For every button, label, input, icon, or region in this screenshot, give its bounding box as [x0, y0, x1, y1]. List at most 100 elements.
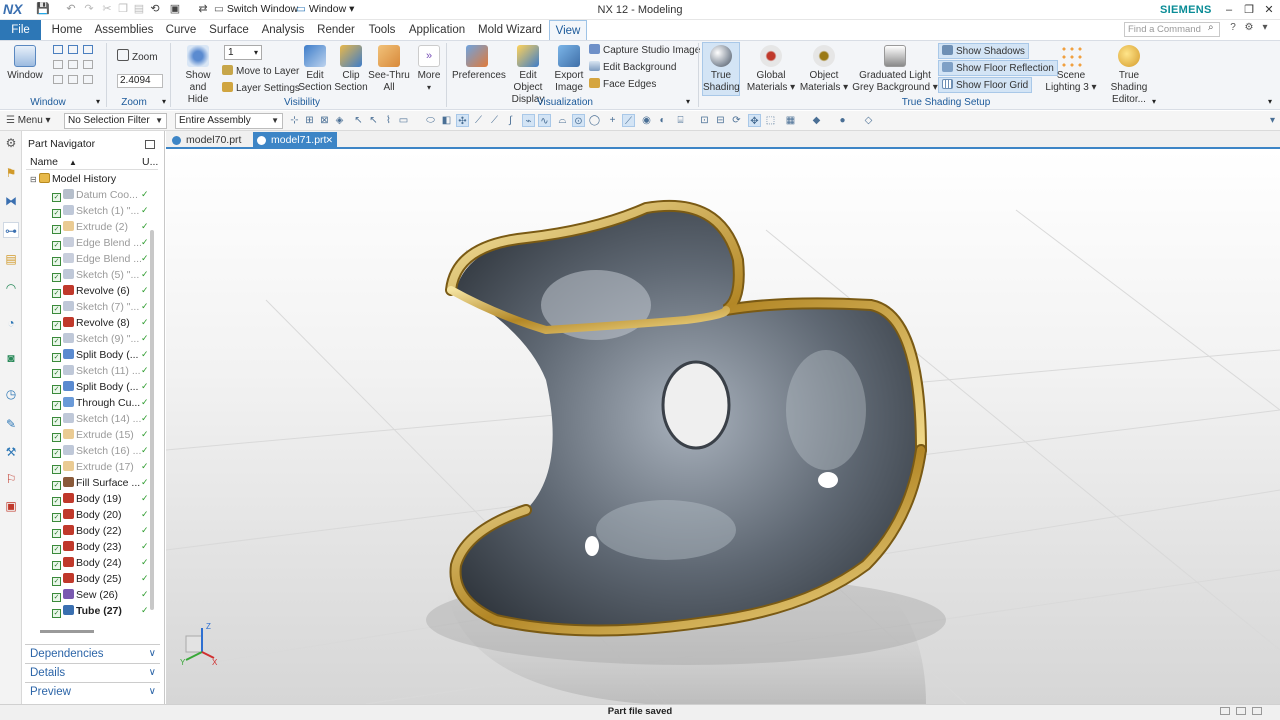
visibility-checkbox[interactable]: ✓: [52, 561, 61, 570]
render-style-icon[interactable]: ▦: [784, 114, 797, 127]
feature-row[interactable]: ✓ Body (23): [52, 539, 142, 555]
edit-section-button[interactable]: Edit Section: [298, 45, 332, 94]
edge-display-icon[interactable]: ◆: [810, 114, 823, 127]
visibility-checkbox[interactable]: ✓: [52, 417, 61, 426]
assembly-navigator-icon[interactable]: ⚑: [3, 165, 19, 181]
feature-row[interactable]: ✓ Sketch (14) ...: [52, 411, 142, 427]
graphics-viewport[interactable]: [166, 150, 1280, 704]
feature-row[interactable]: ✓ Body (22): [52, 523, 142, 539]
command-finder-input[interactable]: Find a Command: [1124, 22, 1220, 37]
global-materials-button[interactable]: Global Materials ▾: [744, 45, 798, 94]
show-shadows-toggle[interactable]: Show Shadows: [938, 43, 1029, 59]
doc-tab-model70[interactable]: model70.prt: [168, 132, 250, 149]
clip-section-button[interactable]: Clip Section: [334, 45, 368, 94]
cursor-icon[interactable]: ↖: [367, 114, 380, 127]
name-column-header[interactable]: Name ▲: [30, 156, 77, 168]
visibility-checkbox[interactable]: ✓: [52, 193, 61, 202]
ribbon-options-icon[interactable]: ▾: [1258, 22, 1272, 36]
visibility-checkbox[interactable]: ✓: [52, 481, 61, 490]
see-thru-all-button[interactable]: See-Thru All: [368, 45, 410, 94]
restore-icon[interactable]: ❐: [1241, 2, 1257, 18]
details-panel[interactable]: Details ∨: [25, 663, 160, 681]
visibility-checkbox[interactable]: ✓: [52, 241, 61, 250]
pan-icon[interactable]: ✥: [748, 114, 761, 127]
hd3d-tools-icon[interactable]: ◠: [3, 280, 19, 296]
zoom-button[interactable]: Zoom: [117, 49, 158, 63]
show-floor-reflection-toggle[interactable]: Show Floor Reflection: [938, 60, 1058, 76]
rotate-icon[interactable]: ⟳: [730, 114, 743, 127]
feature-row[interactable]: ✓ Split Body (...: [52, 379, 142, 395]
export-image-button[interactable]: Export Image: [552, 45, 586, 94]
feature-row[interactable]: ✓ Sew (26): [52, 587, 142, 603]
manufacturing-icon[interactable]: ⚒: [3, 444, 19, 460]
visibility-checkbox[interactable]: ✓: [52, 609, 61, 618]
close-icon[interactable]: ✕: [1261, 2, 1277, 18]
circle-snap-icon[interactable]: ⊙: [572, 114, 585, 127]
window-layout-buttons[interactable]: [53, 45, 99, 89]
process-studio-icon[interactable]: ✎: [3, 416, 19, 432]
status-panel-icon[interactable]: [1252, 707, 1262, 715]
feature-row[interactable]: ✓ Edge Blend ...: [52, 235, 142, 251]
feature-row[interactable]: ✓ Extrude (17): [52, 459, 142, 475]
edit-background-button[interactable]: Edit Background: [589, 61, 676, 73]
zoom-window-icon[interactable]: ⊟: [714, 114, 727, 127]
part-navigator-icon[interactable]: ⊶: [3, 222, 19, 238]
bounded-grid-icon[interactable]: ⌸: [674, 114, 687, 127]
face-edges-button[interactable]: Face Edges: [589, 78, 656, 90]
move-to-layer-button[interactable]: Move to Layer: [222, 65, 299, 77]
zoom-value-input[interactable]: 2.4094: [117, 74, 163, 88]
feature-row[interactable]: ✓ Revolve (8): [52, 315, 142, 331]
tab-view[interactable]: View: [549, 20, 587, 40]
roles-icon[interactable]: ⚐: [3, 471, 19, 487]
true-shading-toggle[interactable]: True Shading: [702, 42, 740, 96]
tab-file[interactable]: File: [0, 20, 41, 40]
tab-analysis[interactable]: Analysis: [258, 20, 308, 40]
reuse-library-icon[interactable]: ▤: [3, 251, 19, 267]
navigator-vertical-scrollbar[interactable]: [150, 230, 154, 610]
snap-icon[interactable]: ⊹: [288, 114, 301, 127]
point-on-face-icon[interactable]: ◐: [656, 114, 669, 127]
view-fit-icon[interactable]: ⊡: [698, 114, 711, 127]
scene-lighting-dropdown[interactable]: Scene Lighting 3 ▾: [1044, 45, 1098, 94]
feature-row[interactable]: ✓ Body (25): [52, 571, 142, 587]
zoom-group-dropdown-icon[interactable]: ▾: [162, 97, 166, 106]
visibility-checkbox[interactable]: ✓: [52, 385, 61, 394]
true-shading-setup-dropdown-icon[interactable]: ▾: [1152, 97, 1156, 106]
visibility-checkbox[interactable]: ✓: [52, 273, 61, 282]
tab-surface[interactable]: Surface: [206, 20, 252, 40]
menu-button[interactable]: ☰ Menu ▾: [6, 115, 51, 126]
selection-scope-dropdown[interactable]: Entire Assembly ▼: [175, 113, 283, 129]
visualization-group-dropdown-icon[interactable]: ▾: [686, 97, 690, 106]
feature-row[interactable]: ✓ Sketch (16) ...: [52, 443, 142, 459]
status-panel-icon[interactable]: [1236, 707, 1246, 715]
tangent-snap-icon[interactable]: ⟋: [622, 114, 635, 127]
window-button[interactable]: Window: [6, 45, 44, 82]
intersection-snap-icon[interactable]: +: [606, 114, 619, 127]
curve-snap-icon[interactable]: ∫: [504, 114, 517, 127]
tab-tools[interactable]: Tools: [364, 20, 400, 40]
tab-home[interactable]: Home: [48, 20, 86, 40]
object-materials-button[interactable]: Object Materials ▾: [798, 45, 850, 94]
feature-row[interactable]: ✓ Fill Surface ...: [52, 475, 142, 491]
visibility-checkbox[interactable]: ✓: [52, 337, 61, 346]
visibility-checkbox[interactable]: ✓: [52, 321, 61, 330]
feature-row[interactable]: ✓ Extrude (2): [52, 219, 142, 235]
status-panel-icon[interactable]: [1220, 707, 1230, 715]
visibility-checkbox[interactable]: ✓: [52, 369, 61, 378]
show-floor-grid-toggle[interactable]: Show Floor Grid: [938, 77, 1033, 93]
visibility-checkbox[interactable]: ✓: [52, 353, 61, 362]
search-icon[interactable]: ⌕: [1208, 22, 1220, 36]
feature-row[interactable]: ✓ Revolve (6): [52, 283, 142, 299]
tab-mold-wizard[interactable]: Mold Wizard: [475, 20, 545, 40]
feature-row[interactable]: ✓ Extrude (15): [52, 427, 142, 443]
layer-settings-button[interactable]: Layer Settings: [222, 82, 300, 94]
filter-icon[interactable]: ⊞: [303, 114, 316, 127]
visibility-checkbox[interactable]: ✓: [52, 513, 61, 522]
feature-row[interactable]: ✓ Datum Coo...: [52, 187, 142, 203]
tab-render[interactable]: Render: [314, 20, 358, 40]
select-body-icon[interactable]: ◈: [333, 114, 346, 127]
visibility-checkbox[interactable]: ✓: [52, 497, 61, 506]
midpoint-snap-icon[interactable]: ⌁: [522, 114, 535, 127]
visibility-checkbox[interactable]: ✓: [52, 225, 61, 234]
help-icon[interactable]: ?: [1226, 22, 1240, 36]
